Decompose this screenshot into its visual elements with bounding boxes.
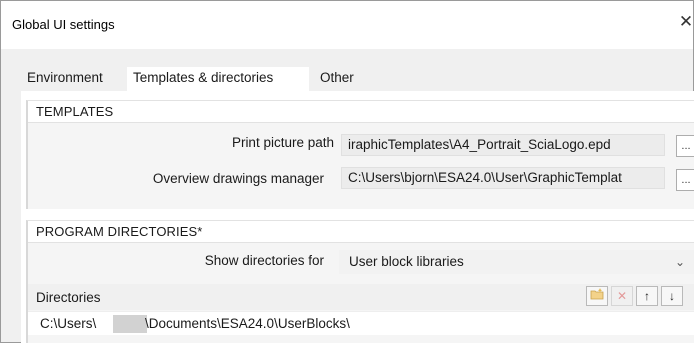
tab-environment[interactable]: Environment <box>21 67 109 91</box>
show-directories-for-select[interactable]: User block libraries ⌄ <box>339 250 694 274</box>
delete-directory-button[interactable]: ✕ <box>611 286 633 306</box>
tab-other[interactable]: Other <box>314 67 360 91</box>
program-directories-header-label: PROGRAM DIRECTORIES* <box>36 224 203 239</box>
directory-path-prefix: C:\Users\ <box>40 316 97 331</box>
new-folder-button[interactable] <box>586 286 608 306</box>
overview-drawings-manager-field[interactable]: C:\Users\bjorn\ESA24.0\User\GraphicTempl… <box>341 167 665 189</box>
redacted-username <box>113 315 147 333</box>
print-picture-path-browse-button[interactable]: ... <box>676 135 694 157</box>
templates-group-header: TEMPLATES <box>28 101 694 123</box>
tab-templates-directories[interactable]: Templates & directories <box>127 67 309 91</box>
show-directories-for-label: Show directories for <box>204 253 324 268</box>
directory-path-suffix: \Documents\ESA24.0\UserBlocks\ <box>145 316 350 331</box>
program-directories-group-header: PROGRAM DIRECTORIES* <box>28 221 694 243</box>
move-down-button[interactable]: ↓ <box>661 286 683 306</box>
show-directories-for-value: User block libraries <box>349 254 464 269</box>
tab-strip: Environment Templates & directories Othe… <box>1 67 693 91</box>
directories-toolbar: Directories ✕ ↑ ↓ <box>28 284 694 310</box>
global-ui-settings-dialog: Global UI settings ✕ Environment Templat… <box>0 0 694 343</box>
folder-new-icon <box>590 288 604 300</box>
templates-header-label: TEMPLATES <box>36 104 114 119</box>
title-bar: Global UI settings ✕ <box>1 1 693 49</box>
print-picture-path-label: Print picture path <box>231 135 334 150</box>
dialog-title: Global UI settings <box>12 17 115 32</box>
overview-drawings-manager-browse-button[interactable]: ... <box>676 169 694 191</box>
program-directories-group: PROGRAM DIRECTORIES* Show directories fo… <box>26 220 694 343</box>
overview-drawings-manager-label: Overview drawings manager <box>152 171 324 186</box>
chevron-down-icon: ⌄ <box>675 255 686 269</box>
move-up-button[interactable]: ↑ <box>636 286 658 306</box>
directory-row[interactable]: C:\Users\ \Documents\ESA24.0\UserBlocks\ <box>28 311 694 335</box>
templates-group: TEMPLATES Print picture path iraphicTemp… <box>26 100 694 209</box>
print-picture-path-field[interactable]: iraphicTemplates\A4_Portrait_SciaLogo.ep… <box>341 134 665 156</box>
directories-label: Directories <box>36 290 101 305</box>
close-icon[interactable]: ✕ <box>677 13 694 31</box>
tab-panel-templates-directories: TEMPLATES Print picture path iraphicTemp… <box>21 91 694 343</box>
